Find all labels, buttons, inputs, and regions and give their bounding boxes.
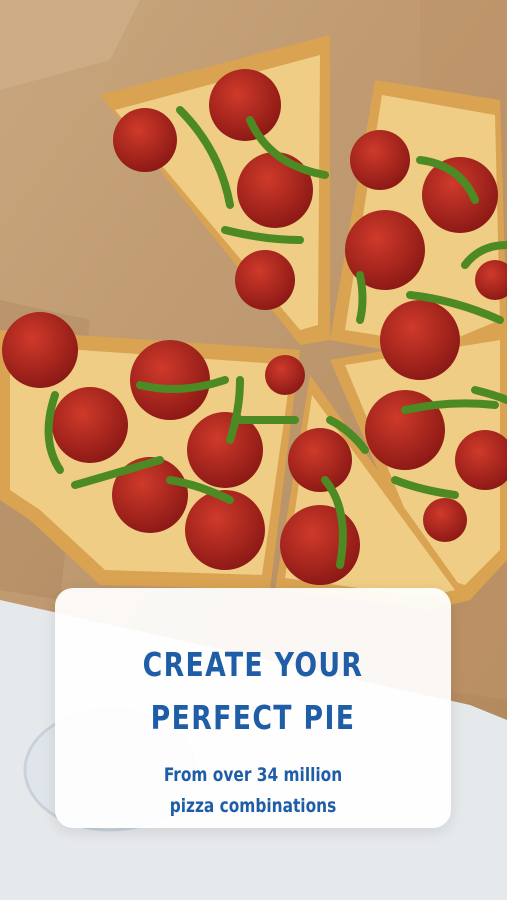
promo-headline: CREATE YOUR PERFECT PIE: [75, 638, 431, 744]
subtext-line-1: From over 34 million: [163, 764, 343, 786]
subtext-line-2: pizza combinations: [169, 795, 337, 817]
headline-line-2: PERFECT PIE: [150, 698, 356, 737]
promo-subtext: From over 34 million pizza combinations: [75, 760, 431, 822]
headline-line-1: CREATE YOUR: [142, 645, 364, 684]
promo-card: CREATE YOUR PERFECT PIE From over 34 mil…: [55, 588, 451, 828]
